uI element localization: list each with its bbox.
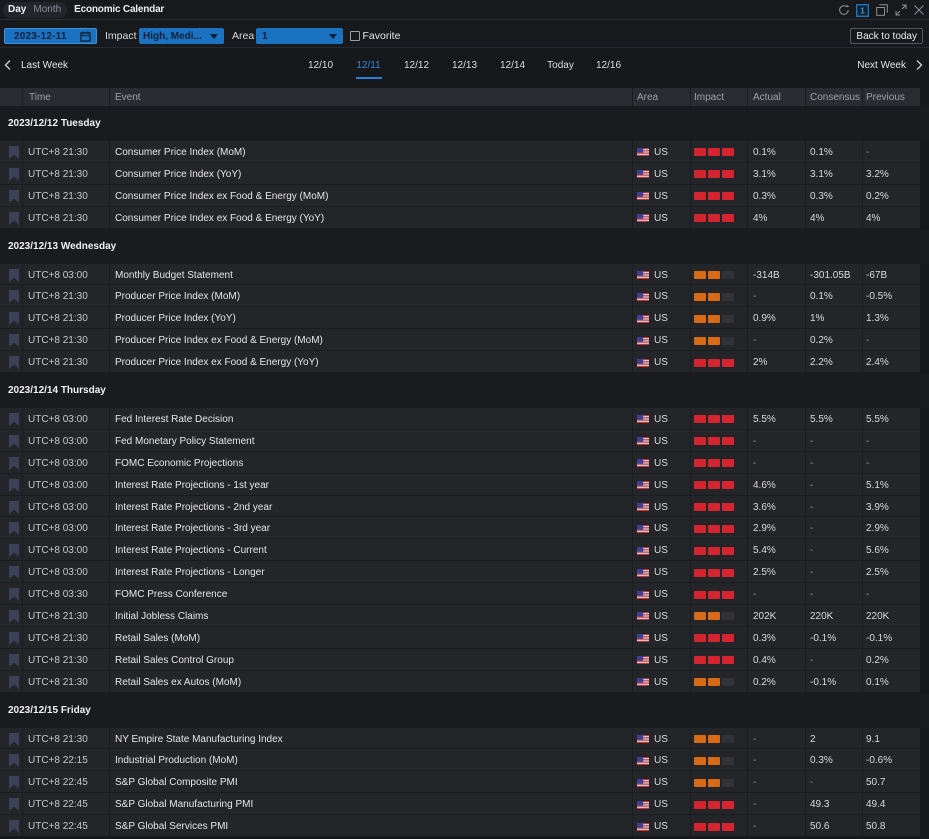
svg-text:1: 1: [860, 6, 865, 16]
